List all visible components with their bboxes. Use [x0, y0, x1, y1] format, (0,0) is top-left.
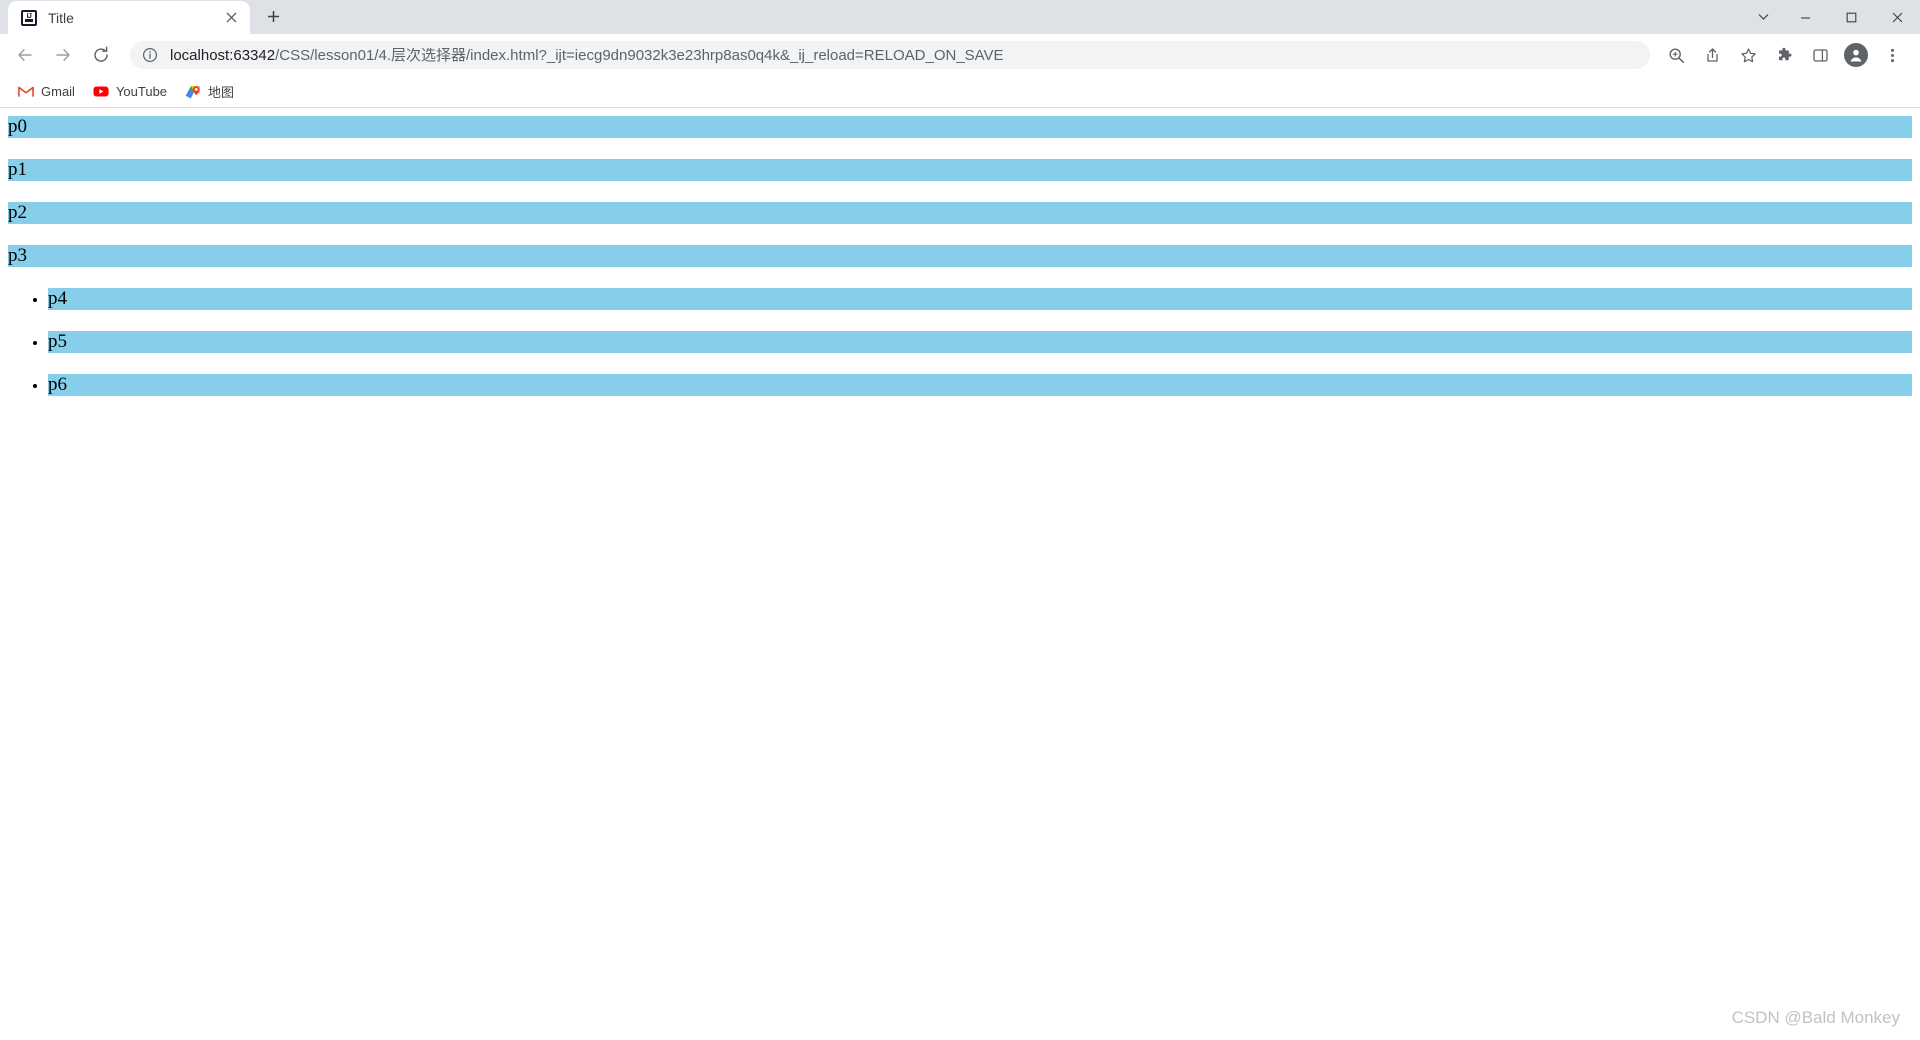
- forward-arrow-icon[interactable]: [48, 40, 78, 70]
- new-tab-button[interactable]: [256, 0, 290, 33]
- page-content: p0 p1 p2 p3 p4 p5 p6: [0, 108, 1920, 425]
- paragraph-p5: p5: [48, 331, 1912, 353]
- paragraph-p0: p0: [8, 116, 1912, 138]
- bookmark-gmail[interactable]: Gmail: [10, 80, 83, 104]
- tab-strip: IJ Title: [0, 0, 1920, 34]
- site-info-icon[interactable]: [142, 47, 158, 63]
- paragraph-list: p4 p5 p6: [8, 288, 1912, 396]
- bookmark-label: YouTube: [115, 84, 168, 99]
- window-controls: [1744, 0, 1920, 34]
- close-window-button[interactable]: [1874, 0, 1920, 34]
- paragraph-p6: p6: [48, 374, 1912, 396]
- chrome-menu-icon[interactable]: [1877, 40, 1907, 70]
- share-icon[interactable]: [1697, 40, 1727, 70]
- csdn-watermark: CSDN @Bald Monkey: [1731, 1008, 1900, 1027]
- browser-tab[interactable]: IJ Title: [8, 1, 250, 34]
- toolbar-icon-group: [1658, 40, 1910, 70]
- bookmark-label: Gmail: [41, 84, 75, 99]
- chevron-down-icon[interactable]: [1744, 0, 1782, 34]
- page-viewport: p0 p1 p2 p3 p4 p5 p6 CSDN @Bald Monkey: [0, 108, 1920, 1040]
- extensions-puzzle-icon[interactable]: [1769, 40, 1799, 70]
- list-item: p5: [48, 331, 1912, 353]
- minimize-button[interactable]: [1782, 0, 1828, 34]
- paragraph-p4: p4: [48, 288, 1912, 310]
- bookmarks-bar: Gmail YouTube 地图: [0, 76, 1920, 108]
- zoom-icon[interactable]: [1661, 40, 1691, 70]
- paragraph-p1: p1: [8, 159, 1912, 181]
- side-panel-icon[interactable]: [1805, 40, 1835, 70]
- youtube-icon: [93, 84, 109, 100]
- browser-window: IJ Title localhost:63342/CSS/lesson01/4.…: [0, 0, 1920, 1040]
- browser-toolbar: localhost:63342/CSS/lesson01/4.层次选择器/ind…: [0, 34, 1920, 76]
- paragraph-p3: p3: [8, 245, 1912, 267]
- favicon-label: IJ: [26, 12, 32, 20]
- list-item: p6: [48, 374, 1912, 396]
- list-item: p4: [48, 288, 1912, 310]
- bookmark-maps[interactable]: 地图: [177, 80, 242, 104]
- url-path: /CSS/lesson01/4.层次选择器/index.html?_ijt=ie…: [275, 47, 1004, 63]
- bookmark-youtube[interactable]: YouTube: [85, 80, 175, 104]
- tab-title: Title: [48, 9, 74, 26]
- bookmark-label: 地图: [208, 85, 235, 100]
- profile-avatar-icon[interactable]: [1841, 40, 1871, 70]
- paragraph-p2: p2: [8, 202, 1912, 224]
- back-arrow-icon[interactable]: [10, 40, 40, 70]
- address-bar[interactable]: localhost:63342/CSS/lesson01/4.层次选择器/ind…: [130, 41, 1650, 69]
- intellij-idea-favicon: IJ: [21, 9, 37, 26]
- maximize-button[interactable]: [1828, 0, 1874, 34]
- url-host: localhost:63342: [170, 47, 276, 63]
- address-bar-url: localhost:63342/CSS/lesson01/4.层次选择器/ind…: [170, 48, 1004, 63]
- google-maps-icon: [185, 84, 201, 100]
- bookmark-star-icon[interactable]: [1733, 40, 1763, 70]
- reload-icon[interactable]: [86, 40, 116, 70]
- gmail-icon: [18, 84, 34, 100]
- close-icon[interactable]: [221, 8, 241, 28]
- avatar: [1844, 43, 1868, 67]
